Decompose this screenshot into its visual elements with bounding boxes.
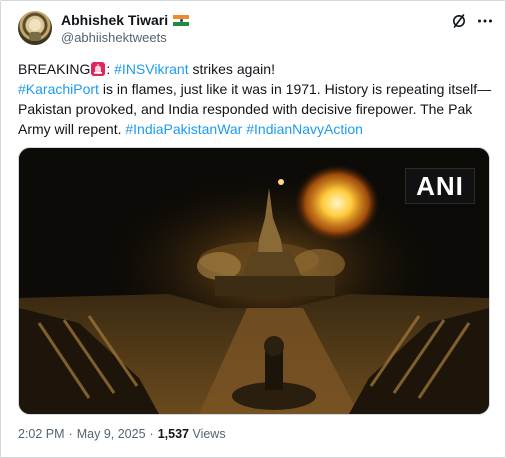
ani-watermark: ANI [405, 168, 475, 204]
breaking-text: BREAKING [18, 61, 91, 77]
hashtag-indiannavyaction-link[interactable]: #IndianNavyAction [246, 121, 363, 137]
colon-text: : [106, 61, 115, 77]
meta-separator: · [68, 427, 73, 441]
grok-slash-icon[interactable] [451, 13, 467, 29]
avatar-emblem-icon [29, 19, 41, 41]
tweet-time[interactable]: 2:02 PM [18, 427, 65, 441]
author-display-name[interactable]: Abhishek Tiwari [61, 12, 168, 28]
tweet-date[interactable]: May 9, 2025 [77, 427, 146, 441]
avatar[interactable] [18, 11, 52, 45]
hashtag-indiapakistanwar-link[interactable]: #IndiaPakistanWar [125, 121, 242, 137]
author-handle[interactable]: @abhiishektweets [61, 30, 167, 45]
tweet-card: Abhishek Tiwari @abhiishektweets BREAKIN… [0, 0, 506, 458]
hashtag-insvikrant-link[interactable]: #INSVikrant [114, 61, 188, 77]
views-count: 1,537 [157, 427, 189, 441]
tweet-meta: 2:02 PM · May 9, 2025 · 1,537 Views [18, 427, 226, 441]
more-options-icon[interactable] [477, 13, 493, 29]
siren-emoji-icon [91, 62, 106, 76]
strikes-again-text: strikes again! [188, 61, 275, 77]
author-name-row[interactable]: Abhishek Tiwari [61, 12, 190, 28]
meta-separator-2: · [149, 427, 154, 441]
india-flag-icon [173, 14, 190, 26]
views-group: 1,537 Views [158, 427, 226, 441]
hashtag-karachiport-link[interactable]: #KarachiPort [18, 81, 99, 97]
tweet-media-image[interactable]: ANI [18, 147, 490, 415]
tweet-text: BREAKING: #INSVikrant strikes again! #Kar… [18, 59, 498, 139]
views-label: Views [192, 427, 226, 441]
